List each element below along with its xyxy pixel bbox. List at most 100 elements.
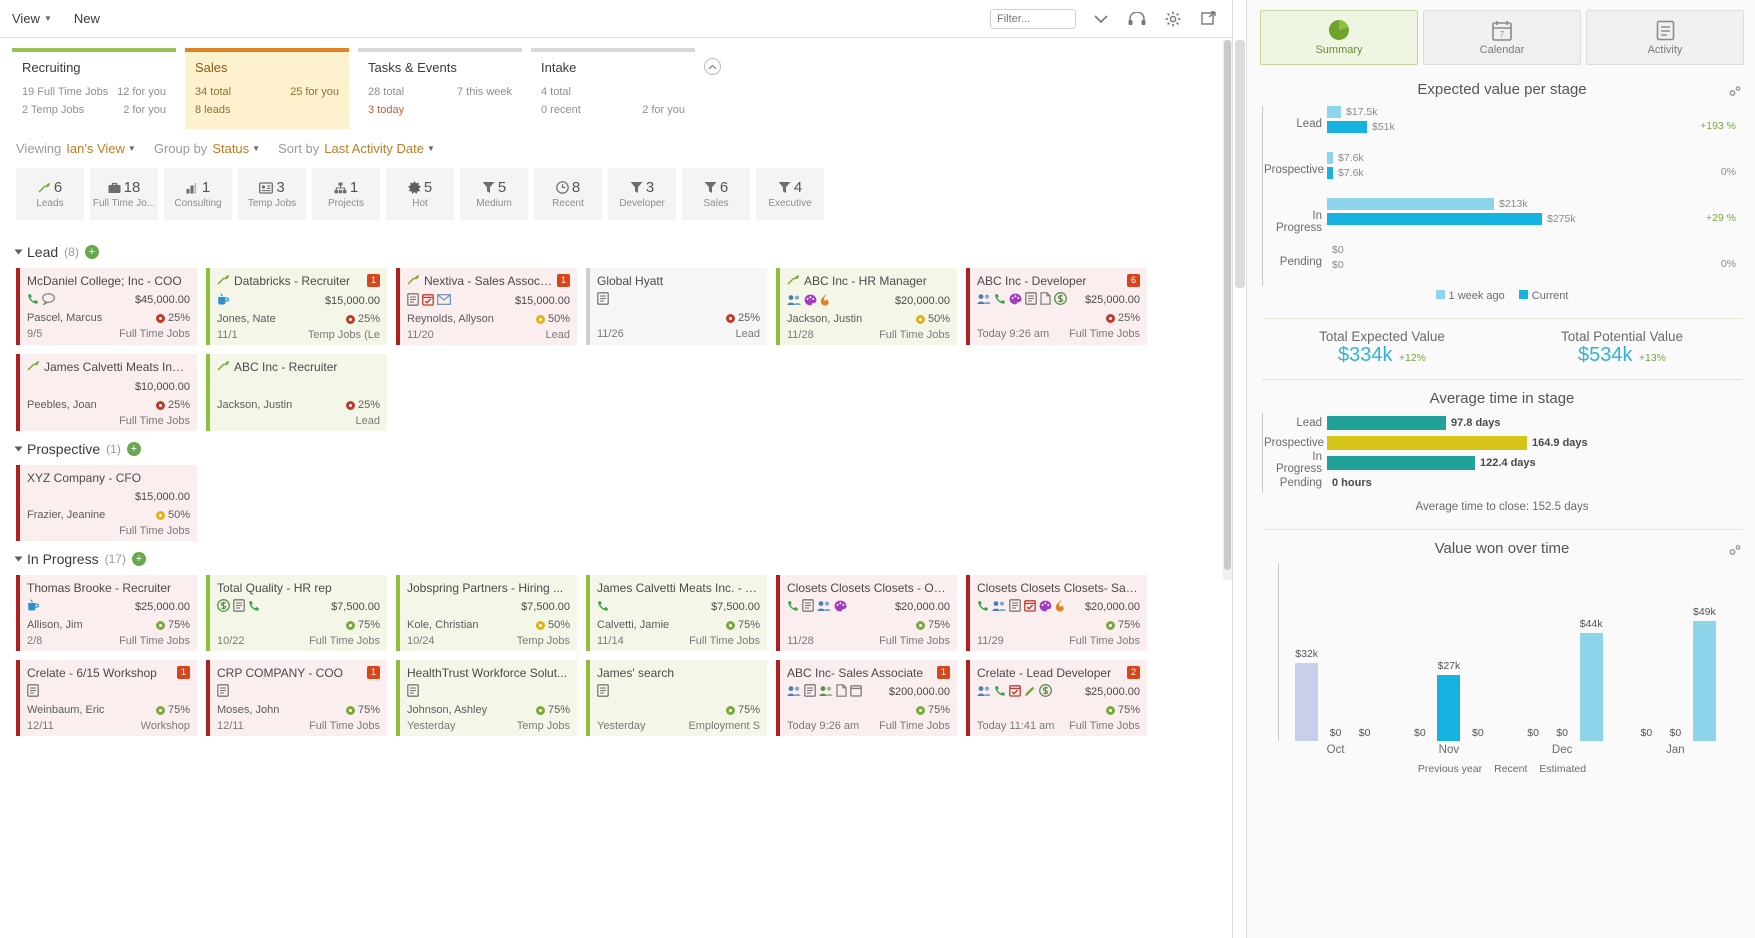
probability-dot-icon	[155, 510, 165, 520]
tab-activity[interactable]: Activity	[1586, 10, 1744, 65]
opportunity-card[interactable]: Global Hyatt 25% 11/26 Lead	[586, 268, 767, 345]
divider	[1262, 379, 1742, 380]
opportunity-card[interactable]: James' search 75% Yesterday Employment S	[586, 660, 767, 736]
probability-dot-icon	[155, 620, 165, 630]
filter-input[interactable]	[990, 8, 1076, 29]
filter-chip-consulting[interactable]: 1 Consulting	[164, 168, 232, 220]
collapse-triangle-icon[interactable]	[14, 249, 23, 255]
note-icon	[597, 292, 609, 308]
tile-row-left: 34 total	[195, 86, 232, 98]
opportunity-card[interactable]: Closets Closets Closets - Op... $20,000.0…	[776, 575, 957, 651]
tab-calendar[interactable]: 7 Calendar	[1423, 10, 1581, 65]
legend-item: Previous year	[1418, 763, 1482, 775]
filter-chip-temp-jobs[interactable]: 3 Temp Jobs	[238, 168, 306, 220]
panel-scrollbar[interactable]	[1233, 0, 1247, 938]
filter-dropdown-icon[interactable]	[1090, 9, 1112, 29]
chart-settings-gear-icon[interactable]	[1728, 543, 1742, 560]
card-icons-row: $7,500.00	[597, 599, 760, 615]
main-vertical-scrollbar[interactable]	[1223, 40, 1232, 580]
chart-settings-gear-icon[interactable]	[1728, 84, 1742, 101]
palette-icon	[834, 600, 847, 615]
opportunity-card[interactable]: Crelate - 6/15 Workshop 1 Weinbaum, Eric 75…	[16, 660, 197, 736]
filter-chip-developer[interactable]: 3 Developer	[608, 168, 676, 220]
sort-by-selector[interactable]: Sort by Last Activity Date ▼	[278, 141, 435, 156]
group-cards: XYZ Company - CFO $15,000.00 Frazier, Jean…	[16, 465, 1220, 541]
tile-sales[interactable]: Sales 34 total 25 for you 8 leads	[185, 48, 349, 129]
group-by-value[interactable]: Status ▼	[212, 141, 260, 156]
opportunity-card[interactable]: McDaniel College; Inc - COO $45,000.00 Pas…	[16, 268, 197, 345]
phone-icon	[994, 293, 1006, 308]
new-menu[interactable]: New	[74, 11, 100, 26]
view-menu[interactable]: View ▼	[12, 11, 52, 26]
group-header-lead[interactable]: Lead (8) +	[14, 244, 1220, 260]
stage-bar-row: $51k	[1327, 119, 1738, 134]
stage-bar-value: $7.6k	[1338, 166, 1364, 179]
opportunity-card[interactable]: HealthTrust Workforce Solut... Johnson, A…	[396, 660, 577, 736]
chip-top: 4	[778, 179, 802, 196]
opportunity-card[interactable]: Nextiva - Sales Associate 1 $15,000.00 Reyn…	[396, 268, 577, 345]
chip-top: 5	[407, 179, 432, 196]
tile-recruiting[interactable]: Recruiting 19 Full Time Jobs 12 for you …	[12, 48, 176, 129]
tile-tasks-events[interactable]: Tasks & Events 28 total 7 this week 3 to…	[358, 48, 522, 129]
opportunity-card[interactable]: ABC Inc- Sales Associate 1 $200,000.00 75% T…	[776, 660, 957, 736]
card-meta-row: Full Time Jobs	[27, 415, 190, 427]
filter-chip-full-time-jo[interactable]: 18 Full Time Jo...	[90, 168, 158, 220]
expected-value-title: Expected value per stage	[1262, 81, 1742, 98]
card-title-row: Nextiva - Sales Associate 1	[407, 274, 570, 289]
add-opportunity-button[interactable]: +	[84, 245, 99, 259]
card-meta-row: 11/14 Full Time Jobs	[597, 635, 760, 647]
filter-chip-projects[interactable]: 1 Projects	[312, 168, 380, 220]
card-probability-value: 75%	[737, 619, 760, 631]
collapse-triangle-icon[interactable]	[14, 446, 23, 452]
card-title-row: XYZ Company - CFO	[27, 471, 190, 485]
opportunity-card[interactable]: Closets Closets Closets- Sale... $20,000.…	[966, 575, 1147, 651]
viewing-value[interactable]: Ian's View ▼	[66, 141, 136, 156]
opportunity-card[interactable]: XYZ Company - CFO $15,000.00 Frazier, Jean…	[16, 465, 197, 541]
headset-icon[interactable]	[1126, 9, 1148, 29]
application-root: View ▼ New Filter... Recruiting 19 Full …	[0, 0, 1755, 938]
sort-by-value[interactable]: Last Activity Date ▼	[324, 141, 435, 156]
funnel-icon	[704, 181, 717, 194]
card-probability-value: 25%	[357, 399, 380, 411]
opportunity-card[interactable]: Jobspring Partners - Hiring ... $7,500.00…	[396, 575, 577, 651]
opportunity-card[interactable]: ABC Inc - HR Manager $20,000.00 Jackson, J…	[776, 268, 957, 345]
viewing-selector[interactable]: Viewing Ian's View ▼	[16, 141, 136, 156]
filter-chip-leads[interactable]: 6 Leads	[16, 168, 84, 220]
group-header-prospective[interactable]: Prospective (1) +	[14, 441, 1220, 457]
panel-scrollbar-thumb[interactable]	[1235, 40, 1245, 288]
lead-sprout-icon	[38, 182, 51, 194]
group-by-selector[interactable]: Group by Status ▼	[154, 141, 260, 156]
card-probability-value: 50%	[167, 509, 190, 521]
pipeline-board: Lead (8) + McDaniel College; Inc - COO $45,0…	[0, 230, 1232, 736]
opportunity-card[interactable]: Crelate - Lead Developer 2 $25,000.00 75% To…	[966, 660, 1147, 736]
collapse-triangle-icon[interactable]	[14, 556, 23, 562]
opportunity-card[interactable]: ABC Inc - Developer 6 $25,000.00 25% Today 9…	[966, 268, 1147, 345]
scrollbar-thumb[interactable]	[1224, 40, 1231, 570]
card-type: Workshop	[140, 720, 190, 732]
filter-chip-medium[interactable]: 5 Medium	[460, 168, 528, 220]
opportunity-card[interactable]: James Calvetti Meats Inc.... $10,000.00 Pe…	[16, 354, 197, 431]
group-header-in-progress[interactable]: In Progress (17) +	[14, 551, 1220, 567]
add-opportunity-button[interactable]: +	[126, 442, 141, 456]
filter-chip-recent[interactable]: 8 Recent	[534, 168, 602, 220]
filter-chip-hot[interactable]: 5 Hot	[386, 168, 454, 220]
opportunity-card[interactable]: Databricks - Recruiter 1 $15,000.00 Jones, …	[206, 268, 387, 345]
add-opportunity-button[interactable]: +	[131, 552, 146, 566]
card-person-row: Kole, Christian 50%	[407, 619, 570, 631]
export-icon[interactable]	[1198, 9, 1220, 29]
opportunity-card[interactable]: Total Quality - HR rep $7,500.00 75% 10/22 F…	[206, 575, 387, 651]
filter-chip-executive[interactable]: 4 Executive	[756, 168, 824, 220]
tile-intake[interactable]: Intake 4 total 0 recent 2 for you	[531, 48, 695, 129]
collapse-tiles-button[interactable]	[704, 58, 721, 75]
tab-summary[interactable]: Summary	[1260, 10, 1418, 65]
card-date: Today 9:26 am	[787, 720, 860, 732]
card-meta-row: Today 9:26 am Full Time Jobs	[787, 720, 950, 732]
filter-chip-sales[interactable]: 6 Sales	[682, 168, 750, 220]
gear-icon[interactable]	[1162, 9, 1184, 29]
opportunity-card[interactable]: ABC Inc - Recruiter Jackson, Justin 25% Lea…	[206, 354, 387, 431]
opportunity-card[interactable]: CRP COMPANY - COO 1 Moses, John 75% 12/11 Ful…	[206, 660, 387, 736]
card-date: 11/1	[217, 329, 238, 341]
opportunity-card[interactable]: Thomas Brooke - Recruiter $25,000.00 Allis…	[16, 575, 197, 651]
opportunity-card[interactable]: James Calvetti Meats Inc. - S... $7,500.0…	[586, 575, 767, 651]
card-type: Lead	[355, 415, 380, 427]
